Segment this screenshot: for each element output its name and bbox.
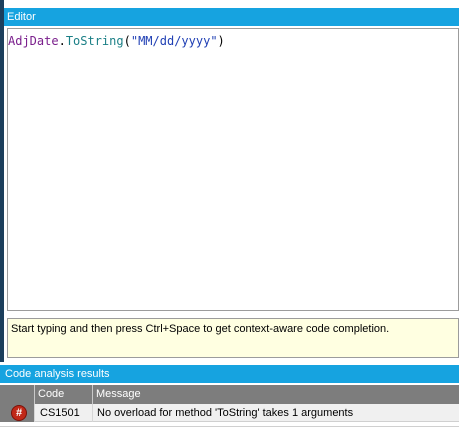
code-editor[interactable]: AdjDate.ToString("MM/dd/yyyy") (7, 28, 459, 311)
results-grid-header: Code Message (0, 385, 459, 404)
code-token-open-paren: ( (123, 34, 131, 48)
code-completion-hint: Start typing and then press Ctrl+Space t… (7, 318, 459, 358)
left-edge-strip (0, 0, 4, 362)
code-editor-window: Editor AdjDate.ToString("MM/dd/yyyy") St… (0, 0, 459, 430)
analysis-panel-header: Code analysis results (0, 365, 459, 383)
column-header-code[interactable]: Code (34, 385, 92, 404)
row-message-cell: No overload for method 'ToString' takes … (92, 404, 459, 422)
column-header-icon[interactable] (0, 385, 34, 404)
code-token-method: ToString (65, 34, 124, 48)
row-code-cell: CS1501 (34, 404, 92, 422)
editor-panel-header: Editor (4, 8, 459, 26)
bottom-divider (0, 426, 459, 430)
code-token-string: "MM/dd/yyyy" (130, 34, 218, 48)
column-header-message[interactable]: Message (92, 385, 459, 404)
row-icon-cell: # (0, 404, 34, 422)
code-line[interactable]: AdjDate.ToString("MM/dd/yyyy") (8, 34, 225, 48)
code-token-dot: . (58, 34, 66, 48)
table-row[interactable]: # CS1501 No overload for method 'ToStrin… (0, 404, 459, 422)
code-token-close-paren: ) (217, 34, 225, 48)
error-icon: # (11, 405, 27, 421)
code-token-identifier: AdjDate (8, 34, 59, 48)
